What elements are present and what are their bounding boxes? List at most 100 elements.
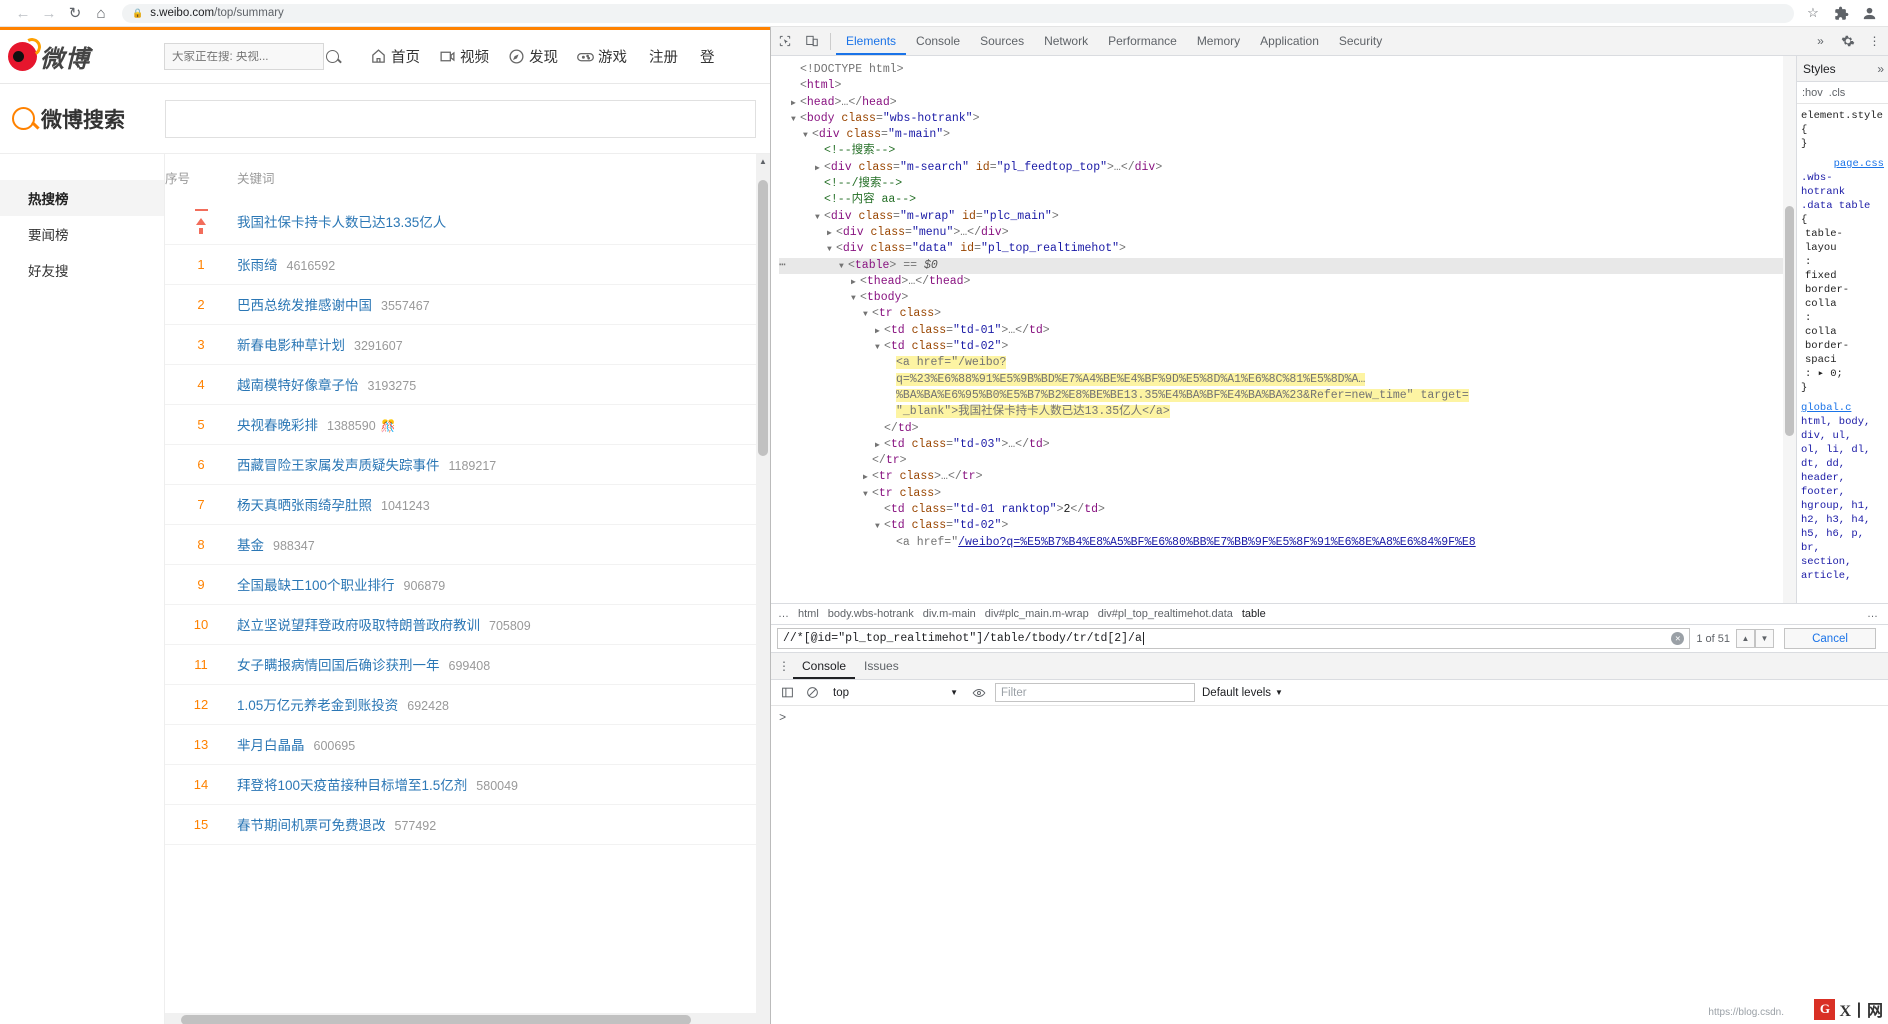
- dom-tree-line[interactable]: ▼ <tr class>: [779, 486, 1796, 502]
- kebab-menu-icon[interactable]: ⋮: [775, 659, 793, 673]
- disclosure-triangle-icon[interactable]: [887, 389, 896, 404]
- dom-tree-line[interactable]: ▼ <tbody>: [779, 290, 1796, 306]
- keyword-link[interactable]: 张雨绮: [237, 258, 278, 273]
- nav-item-discover[interactable]: 发现: [508, 46, 558, 67]
- breadcrumb-item-table[interactable]: table: [1242, 608, 1266, 620]
- table-row[interactable]: 13 芈月白晶晶 600695: [165, 724, 770, 765]
- page-vertical-scrollbar[interactable]: ▲ ▼: [756, 154, 770, 1024]
- dom-tree-line[interactable]: q=%23%E6%88%91%E5%9B%BD%E7%A4%BE%E4%BF%9…: [779, 372, 1796, 388]
- dom-tree-line[interactable]: ▶ <div class="menu">…</div>: [779, 225, 1796, 241]
- keyword-link[interactable]: 西藏冒险王家属发声质疑失踪事件: [237, 458, 440, 473]
- gear-icon[interactable]: [1834, 28, 1861, 55]
- search-icon[interactable]: [326, 50, 339, 63]
- extensions-puzzle-icon[interactable]: [1832, 4, 1850, 22]
- dom-tree-line[interactable]: <td class="td-01 ranktop">2</td>: [779, 502, 1796, 518]
- disclosure-triangle-icon[interactable]: [863, 454, 872, 469]
- chevron-down-icon[interactable]: ▼: [1755, 629, 1774, 648]
- dom-tree-line[interactable]: <!--内容 aa-->: [779, 192, 1796, 208]
- dom-tree-line[interactable]: "_blank">我国社保卡持卡人数已达13.35亿人</a>: [779, 404, 1796, 420]
- disclosure-triangle-icon[interactable]: ▶: [815, 161, 824, 176]
- keyword-cell[interactable]: 新春电影种草计划 3291607: [237, 324, 770, 365]
- keyword-link[interactable]: 巴西总统发推感谢中国: [237, 298, 372, 313]
- bookmark-star-icon[interactable]: ☆: [1804, 4, 1822, 22]
- chevron-right-icon[interactable]: »: [1877, 62, 1884, 76]
- keyword-link[interactable]: 基金: [237, 538, 264, 553]
- keyword-cell[interactable]: 央视春晚彩排 1388590 🎊: [237, 404, 770, 445]
- table-row[interactable]: 1 张雨绮 4616592: [165, 244, 770, 285]
- chevron-double-right-icon[interactable]: »: [1807, 28, 1834, 55]
- breadcrumb-overflow[interactable]: …: [778, 608, 789, 620]
- disclosure-triangle-icon[interactable]: [887, 356, 896, 371]
- page-hscroll-thumb[interactable]: [181, 1015, 691, 1024]
- disclosure-triangle-icon[interactable]: ▼: [827, 242, 836, 257]
- kebab-menu-icon[interactable]: ⋮: [1861, 28, 1888, 55]
- header-search-box[interactable]: [164, 43, 339, 70]
- breadcrumb-item-mmain[interactable]: div.m-main: [923, 608, 976, 620]
- back-arrow-icon[interactable]: ←: [10, 0, 36, 26]
- dom-search-input[interactable]: //*[@id="pl_top_realtimehot"]/table/tbod…: [777, 628, 1691, 649]
- table-row[interactable]: 8 基金 988347: [165, 524, 770, 565]
- tab-network[interactable]: Network: [1034, 27, 1098, 55]
- console-output[interactable]: >: [771, 706, 1888, 730]
- dom-tree-line[interactable]: <!DOCTYPE html>: [779, 62, 1796, 78]
- element-style-rule[interactable]: element.style {: [1801, 109, 1884, 137]
- keyword-cell[interactable]: 西藏冒险王家属发声质疑失踪事件 1189217: [237, 444, 770, 485]
- table-row[interactable]: 6 西藏冒险王家属发声质疑失踪事件 1189217: [165, 444, 770, 485]
- console-filter-input[interactable]: Filter: [995, 683, 1195, 702]
- keyword-link[interactable]: 杨天真晒张雨绮孕肚照: [237, 498, 372, 513]
- disclosure-triangle-icon[interactable]: [791, 63, 800, 78]
- table-row[interactable]: 5 央视春晚彩排 1388590 🎊: [165, 404, 770, 445]
- hov-toggle[interactable]: :hov: [1802, 87, 1823, 99]
- dom-tree-line[interactable]: <a href="/weibo?: [779, 355, 1796, 371]
- chevron-up-icon[interactable]: ▲: [1736, 629, 1755, 648]
- keyword-cell[interactable]: 赵立坚说望拜登政府吸取特朗普政府教训 705809: [237, 604, 770, 645]
- disclosure-triangle-icon[interactable]: ▼: [803, 128, 812, 143]
- tab-memory[interactable]: Memory: [1187, 27, 1250, 55]
- style-prop[interactable]: border-spaci: ▸ 0;: [1801, 339, 1884, 381]
- dom-tree-line[interactable]: <a href="/weibo?q=%E5%B7%B4%E8%A5%BF%E6%…: [779, 535, 1796, 551]
- table-row[interactable]: 15 春节期间机票可免费退改 577492: [165, 804, 770, 845]
- disclosure-triangle-icon[interactable]: [875, 503, 884, 518]
- dom-tree-line[interactable]: <!--搜索-->: [779, 143, 1796, 159]
- header-search-input[interactable]: [172, 50, 326, 63]
- dom-tree-line[interactable]: ▶ <head>…</head>: [779, 95, 1796, 111]
- disclosure-triangle-icon[interactable]: ▼: [863, 307, 872, 322]
- main-search-input[interactable]: [165, 99, 756, 138]
- keyword-cell[interactable]: 全国最缺工100个职业排行 906879: [237, 564, 770, 605]
- weibo-logo[interactable]: 微博: [8, 39, 158, 74]
- table-row[interactable]: 2 巴西总统发推感谢中国 3557467: [165, 284, 770, 325]
- dom-tree-line[interactable]: ▶ <td class="td-03">…</td>: [779, 437, 1796, 453]
- profile-avatar-icon[interactable]: [1860, 4, 1878, 22]
- table-row[interactable]: 4 越南模特好像章子怡 3193275: [165, 364, 770, 405]
- dom-tree-line[interactable]: ▶ <td class="td-01">…</td>: [779, 323, 1796, 339]
- disclosure-triangle-icon[interactable]: [815, 193, 824, 208]
- keyword-cell[interactable]: 巴西总统发推感谢中国 3557467: [237, 284, 770, 325]
- disclosure-triangle-icon[interactable]: ▶: [791, 96, 800, 111]
- drawer-tab-console[interactable]: Console: [793, 653, 856, 679]
- sidebar-item-friends[interactable]: 好友搜: [0, 252, 164, 288]
- keyword-link[interactable]: 赵立坚说望拜登政府吸取特朗普政府教训: [237, 618, 480, 633]
- disclosure-triangle-icon[interactable]: [815, 177, 824, 192]
- chevron-down-icon[interactable]: ▼: [950, 688, 958, 697]
- sidebar-item-news[interactable]: 要闻榜: [0, 216, 164, 252]
- console-context-selector[interactable]: top ▼: [828, 683, 963, 702]
- dom-tree-line[interactable]: ▶ <tr class>…</tr>: [779, 469, 1796, 485]
- disclosure-triangle-icon[interactable]: ▶: [875, 438, 884, 453]
- dom-tree[interactable]: <!DOCTYPE html> <html> ▶ <head>…</head> ▼ <b…: [771, 56, 1796, 603]
- address-bar[interactable]: 🔒 s.weibo.com/top/summary: [122, 3, 1794, 23]
- login-link[interactable]: 登: [700, 46, 715, 67]
- dom-tree-line[interactable]: %BA%BA%E6%95%B0%E5%B7%B2%E8%BE%BE13.35%E…: [779, 388, 1796, 404]
- eye-icon[interactable]: [970, 679, 988, 706]
- keyword-cell[interactable]: 芈月白晶晶 600695: [237, 724, 770, 765]
- page-scroll-thumb[interactable]: [758, 180, 768, 456]
- dom-tree-line[interactable]: ▼ <div class="data" id="pl_top_realtimeho…: [779, 241, 1796, 257]
- table-row[interactable]: 12 1.05万亿元养老金到账投资 692428: [165, 684, 770, 725]
- keyword-cell[interactable]: 我国社保卡持卡人数已达13.35亿人: [237, 199, 770, 245]
- keyword-cell[interactable]: 春节期间机票可免费退改 577492: [237, 804, 770, 845]
- table-row[interactable]: 11 女子瞒报病情回国后确诊获刑一年 699408: [165, 644, 770, 685]
- tab-console[interactable]: Console: [906, 27, 970, 55]
- show-console-sidebar-icon[interactable]: [778, 679, 796, 706]
- keyword-link[interactable]: 芈月白晶晶: [237, 738, 305, 753]
- keyword-link[interactable]: 拜登将100天疫苗接种目标增至1.5亿剂: [237, 778, 467, 793]
- keyword-cell[interactable]: 基金 988347: [237, 524, 770, 565]
